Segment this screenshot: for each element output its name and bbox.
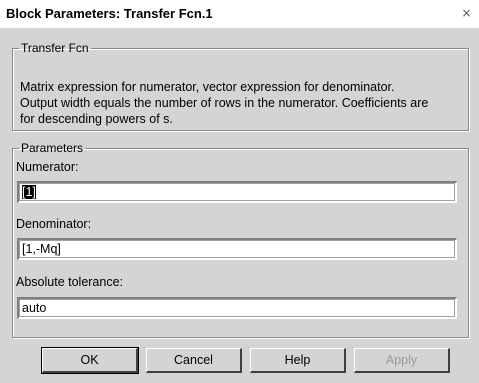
numerator-label: Numerator: — [16, 160, 79, 174]
parameters-legend: Parameters — [21, 141, 84, 155]
transfer-fcn-legend: Transfer Fcn — [21, 41, 89, 55]
window-title: Block Parameters: Transfer Fcn.1 — [6, 6, 213, 21]
close-icon[interactable]: × — [460, 7, 473, 20]
transfer-fcn-group: Transfer Fcn Matrix expression for numer… — [12, 41, 469, 131]
cancel-button[interactable]: Cancel — [146, 348, 242, 373]
ok-button[interactable]: OK — [41, 347, 139, 374]
apply-button[interactable]: Apply — [354, 348, 450, 373]
denominator-input[interactable]: [1,-Mq] — [17, 238, 457, 260]
numerator-input[interactable]: [1] — [17, 181, 457, 203]
description-line: for descending powers of s. — [20, 112, 173, 126]
absolute-tolerance-value: auto — [22, 301, 47, 315]
absolute-tolerance-input[interactable]: auto — [17, 297, 457, 319]
title-bar[interactable]: Block Parameters: Transfer Fcn.1 × — [0, 0, 479, 28]
denominator-value: [1,-Mq] — [22, 242, 61, 256]
description-text: Matrix expression for numerator, vector … — [20, 79, 465, 127]
block-parameters-dialog: Block Parameters: Transfer Fcn.1 × Trans… — [0, 0, 479, 383]
help-button[interactable]: Help — [250, 348, 346, 373]
description-line: Output width equals the number of rows i… — [20, 96, 429, 110]
numerator-value: [1] — [22, 185, 36, 199]
absolute-tolerance-label: Absolute tolerance: — [16, 275, 124, 289]
denominator-label: Denominator: — [16, 217, 92, 231]
description-line: Matrix expression for numerator, vector … — [20, 80, 395, 94]
